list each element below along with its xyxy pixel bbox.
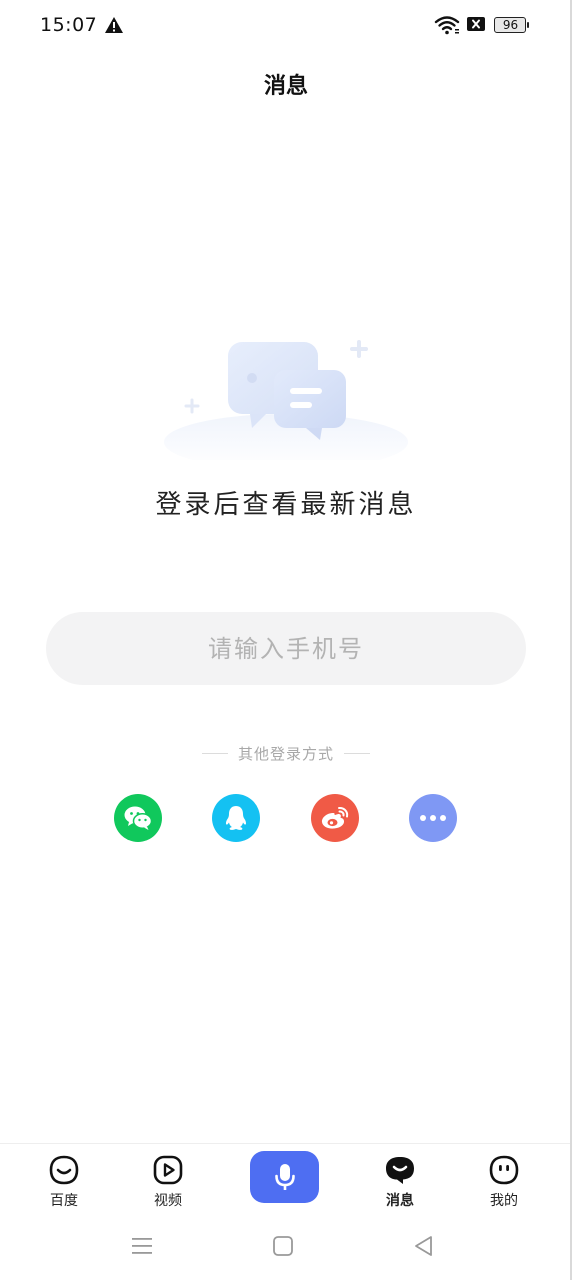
more-login-button[interactable] (409, 794, 457, 842)
message-bubble-icon (386, 1157, 414, 1184)
battery-icon: 96 (494, 17, 529, 33)
qq-login-button[interactable] (212, 794, 260, 842)
weibo-icon (321, 806, 349, 829)
menu-icon[interactable] (129, 1233, 155, 1259)
video-play-icon (153, 1155, 183, 1185)
divider-line-left (201, 752, 228, 754)
system-navigation-bar (0, 1215, 572, 1280)
microphone-icon (274, 1164, 295, 1190)
nav-item-mine[interactable]: 我的 (464, 1154, 544, 1214)
wechat-icon (124, 806, 153, 830)
nav-item-baidu[interactable]: 百度 (24, 1154, 104, 1214)
qq-icon (225, 806, 247, 830)
page-title: 消息 (263, 74, 308, 99)
divider-line-right (344, 752, 370, 754)
baidu-face-icon (49, 1155, 79, 1185)
status-time: 15:07 (40, 14, 98, 36)
chat-bubbles-icon (164, 340, 408, 460)
nav-item-video[interactable]: 视频 (128, 1154, 208, 1214)
warning-icon (105, 17, 123, 33)
message-screen: 15:07 96 消息 登录后查看最新消息 请输入手机号 其他登录方式 百度 视… (0, 0, 572, 1280)
nav-label-mine: 我的 (490, 1193, 518, 1209)
home-icon[interactable] (270, 1233, 296, 1259)
other-login-label: 其他登录方式 (237, 744, 334, 763)
status-bar: 15:07 96 (0, 0, 572, 52)
voice-search-button[interactable] (250, 1151, 319, 1203)
weibo-login-button[interactable] (311, 794, 359, 842)
wifi-icon (434, 16, 460, 35)
social-login-row (0, 794, 572, 842)
profile-face-icon (489, 1155, 519, 1185)
more-icon (420, 815, 446, 821)
nav-label-video: 视频 (154, 1193, 182, 1209)
back-icon[interactable] (411, 1233, 437, 1259)
bottom-navigation: 百度 视频 消息 我的 (0, 1143, 572, 1216)
nav-label-message: 消息 (386, 1193, 414, 1209)
nav-label-baidu: 百度 (50, 1193, 78, 1209)
sim-blocked-icon (467, 17, 485, 31)
other-login-divider: 其他登录方式 (0, 742, 572, 764)
nav-item-message[interactable]: 消息 (360, 1154, 440, 1214)
battery-level: 96 (502, 18, 519, 32)
empty-state-message: 登录后查看最新消息 (155, 490, 417, 520)
phone-number-input[interactable] (46, 612, 526, 685)
wechat-login-button[interactable] (114, 794, 162, 842)
